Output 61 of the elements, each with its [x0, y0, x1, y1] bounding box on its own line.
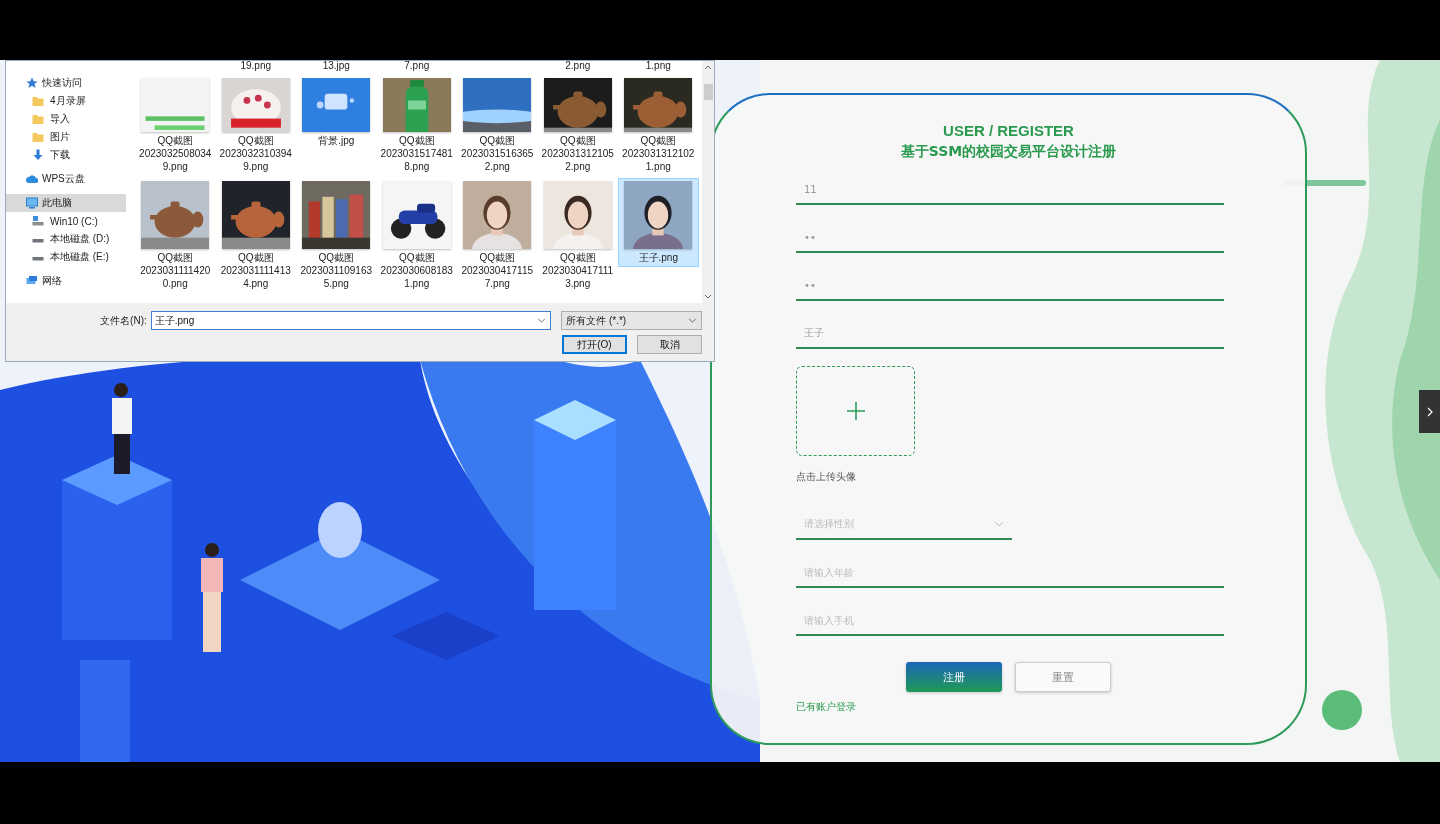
file-type-dropdown[interactable]: 所有文件 (*.*) — [561, 311, 702, 330]
filename-field[interactable]: 王子.png — [150, 311, 552, 330]
file-item[interactable]: QQ截图 2023030417115 7.png — [457, 178, 538, 293]
sidebar-item[interactable]: Win10 (C:) — [6, 212, 126, 230]
download-arrow-icon — [32, 149, 44, 161]
register-button[interactable]: 注册 — [906, 662, 1002, 692]
folder-icon — [32, 131, 44, 143]
file-item[interactable]: QQ截图 2023031111413 4.png — [215, 178, 296, 293]
file-item[interactable]: QQ截图 2023030608183 1.png — [376, 178, 457, 293]
chevron-down-icon — [994, 521, 1004, 527]
next-button[interactable] — [1419, 390, 1440, 433]
form-subtitle: 基于SSM的校园交易平台设计注册 — [900, 142, 1117, 161]
network-icon — [26, 275, 38, 287]
file-item[interactable]: 王子.png — [618, 178, 699, 267]
star-icon — [26, 77, 38, 89]
chevron-down-icon — [688, 318, 697, 323]
scroll-down-icon — [704, 294, 712, 299]
file-item[interactable]: QQ截图 2023031516365 2.png — [457, 73, 538, 176]
drive-icon — [32, 215, 44, 227]
file-item[interactable]: QQ截图 2023031312105 2.png — [537, 73, 618, 176]
file-name: 13.jpg — [322, 61, 350, 73]
sidebar-item[interactable]: 4月录屏 — [6, 92, 126, 110]
file-item[interactable]: 背景.jpg — [296, 73, 377, 150]
folder-icon — [32, 95, 44, 107]
upload-caption: 点击上传头像 — [796, 470, 856, 484]
sidebar-item[interactable]: 下载 — [6, 146, 126, 164]
plus-icon — [845, 401, 866, 421]
file-name: 19.png — [240, 61, 272, 73]
cloud-icon — [26, 173, 38, 185]
file-name: 1.png — [645, 61, 671, 73]
file-item[interactable]: QQ截图 2023030417111 3.png — [537, 178, 618, 293]
filename-label: 文件名(N): — [99, 313, 147, 328]
sidebar-item[interactable]: 本地磁盘 (D:) — [6, 230, 126, 248]
login-link[interactable]: 已有账户登录 — [796, 700, 856, 714]
file-item[interactable]: QQ截图 2023031111420 0.png — [135, 178, 216, 293]
scrollbar[interactable] — [702, 61, 714, 303]
sidebar-item[interactable]: 快速访问 — [6, 74, 126, 92]
file-item[interactable]: QQ截图 2023032508034 9.png — [135, 73, 216, 176]
upload-box[interactable] — [796, 366, 915, 456]
open-button[interactable]: 打开(O) — [562, 335, 627, 354]
file-item[interactable]: QQ截图 2023032310394 9.png — [215, 73, 296, 176]
sidebar-item[interactable]: 此电脑 — [6, 194, 126, 212]
sidebar-item[interactable]: 本地磁盘 (E:) — [6, 248, 126, 266]
chevron-right-icon — [1426, 406, 1433, 417]
scroll-up-icon — [704, 65, 712, 70]
file-name: 7.png — [404, 61, 430, 73]
sidebar-item[interactable]: 图片 — [6, 128, 126, 146]
sidebar-item[interactable]: 导入 — [6, 110, 126, 128]
chevron-down-icon — [537, 318, 547, 323]
file-item[interactable]: QQ截图 2023031312102 1.png — [618, 73, 699, 176]
sidebar-item[interactable]: WPS云盘 — [6, 170, 126, 188]
cancel-button[interactable]: 取消 — [637, 335, 702, 354]
file-item[interactable]: QQ截图 2023031109163 5.png — [296, 178, 377, 293]
sidebar-item[interactable]: 网络 — [6, 272, 126, 290]
file-item[interactable]: QQ截图 2023031517481 8.png — [376, 73, 457, 176]
file-name: 2.png — [565, 61, 591, 73]
reset-button[interactable]: 重置 — [1015, 662, 1111, 692]
form-title: USER / REGISTER — [943, 121, 1074, 141]
computer-icon — [26, 197, 38, 209]
folder-icon — [32, 113, 44, 125]
scroll-thumb[interactable] — [703, 84, 713, 100]
